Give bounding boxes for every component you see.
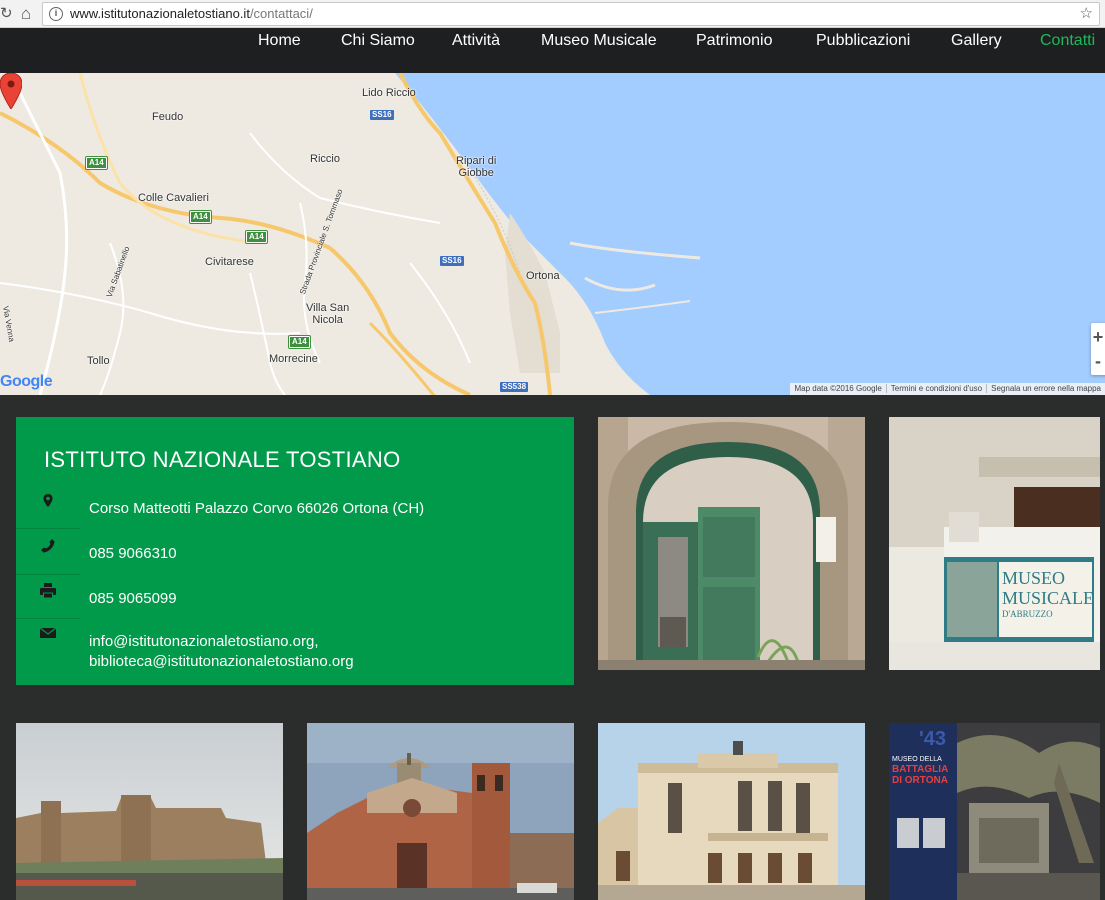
google-map[interactable]: Lido Riccio Feudo Riccio Ripari di Giobb… <box>0 73 1105 395</box>
contact-email-info[interactable]: info@istitutonazionaletostiano.org, <box>89 632 319 652</box>
map-label-villa-san-nicola: Villa San Nicola <box>306 302 350 326</box>
google-logo: Google <box>0 373 53 390</box>
address-bar[interactable]: i www.istitutonazionaletostiano.it/conta… <box>42 2 1100 26</box>
nav-gallery[interactable]: Gallery <box>951 32 1002 50</box>
terms-link[interactable]: Termini e condizioni d'uso <box>885 384 983 393</box>
nav-attivita[interactable]: Attività <box>452 32 500 50</box>
nav-chi-siamo[interactable]: Chi Siamo <box>341 32 415 50</box>
nav-contatti[interactable]: Contatti <box>1040 32 1095 50</box>
contact-card: ISTITUTO NAZIONALE TOSTIANO Corso Matteo… <box>16 417 574 685</box>
museo-sign-line1: MUSEO <box>1002 568 1065 588</box>
road-shield-ss16: SS16 <box>370 110 394 120</box>
road-shield-a14: A14 <box>288 335 311 349</box>
contact-phone[interactable]: 085 9066310 <box>89 544 177 564</box>
envelope-icon <box>39 627 57 638</box>
road-shield-a14: A14 <box>189 210 212 224</box>
photo-cattedrale[interactable] <box>307 723 574 900</box>
photo-teatro-tosti[interactable] <box>598 723 865 900</box>
map-label-feudo: Feudo <box>152 111 184 123</box>
road-shield-a14: A14 <box>245 230 268 244</box>
map-label-lido-riccio: Lido Riccio <box>362 87 416 99</box>
map-label-colle-cavalieri: Colle Cavalieri <box>138 192 209 204</box>
battaglia-sign-line3: DI ORTONA <box>892 775 948 786</box>
zoom-in-button[interactable]: + <box>1091 325 1105 349</box>
contact-email-biblioteca[interactable]: biblioteca@istitutonazionaletostiano.org <box>89 652 354 672</box>
map-zoom-control: + - <box>1091 323 1105 375</box>
map-label-civitarese: Civitarese <box>205 256 254 268</box>
battaglia-sign-line2: BATTAGLIA <box>892 764 948 775</box>
nav-pubblicazioni[interactable]: Pubblicazioni <box>816 32 910 50</box>
bookmark-star-icon[interactable]: ☆ <box>1080 3 1093 25</box>
zoom-out-button[interactable]: - <box>1091 349 1105 373</box>
report-error-link[interactable]: Segnala un errore nella mappa <box>986 384 1101 393</box>
browser-toolbar: ↻ ⌂ i www.istitutonazionaletostiano.it/c… <box>0 0 1105 28</box>
map-label-morrecine: Morrecine <box>269 353 318 365</box>
contact-icon-cell <box>16 531 80 575</box>
info-icon[interactable]: i <box>49 7 63 21</box>
reload-icon[interactable]: ↻ <box>0 4 13 24</box>
map-label-riccio: Riccio <box>310 153 340 165</box>
map-credits: Map data ©2016 Google Termini e condizion… <box>790 383 1105 395</box>
url-path: /contattaci/ <box>249 6 313 21</box>
photo-castello-aragonese[interactable] <box>16 723 283 900</box>
contact-icon-cell <box>16 620 80 664</box>
museo-sign-line3: D'ABRUZZO <box>1002 609 1053 619</box>
battaglia-sign-year: '43 <box>919 728 946 750</box>
museo-sign-line2: MUSICALE <box>1002 588 1094 608</box>
printer-icon <box>40 583 56 599</box>
url-host: www.istitutonazionaletostiano.it <box>70 6 250 21</box>
phone-icon <box>41 539 55 553</box>
map-label-ortona: Ortona <box>526 270 560 282</box>
location-pin-icon[interactable] <box>0 73 22 109</box>
contact-fax: 085 9065099 <box>89 590 177 607</box>
road-shield-ss16: SS16 <box>440 256 464 266</box>
nav-museo-musicale[interactable]: Museo Musicale <box>541 32 657 50</box>
contact-address: Corso Matteotti Palazzo Corvo 66026 Orto… <box>89 500 425 517</box>
institute-title: ISTITUTO NAZIONALE TOSTIANO <box>44 447 401 472</box>
photo-palazzo-door[interactable] <box>598 417 865 670</box>
map-label-tollo: Tollo <box>87 355 110 367</box>
road-shield-ss538: SS538 <box>500 382 529 392</box>
contact-icon-cell <box>16 575 80 619</box>
nav-home[interactable]: Home <box>258 32 301 50</box>
photo-museo-battaglia[interactable]: '43 MUSEO DELLA BATTAGLIA DI ORTONA <box>889 723 1100 900</box>
photo-museo-musicale[interactable]: MUSEO MUSICALE D'ABRUZZO <box>889 417 1100 670</box>
url-text: www.istitutonazionaletostiano.it/contatt… <box>70 3 313 25</box>
nav-patrimonio[interactable]: Patrimonio <box>696 32 772 50</box>
battaglia-sign-line1: MUSEO DELLA <box>892 756 942 763</box>
map-label-ripari-di-giobbe: Ripari di Giobbe <box>456 155 497 179</box>
map-marker-icon <box>43 494 53 507</box>
main-navigation: Home Chi Siamo Attività Museo Musicale P… <box>0 28 1105 73</box>
contact-icon-cell <box>16 485 80 529</box>
map-data-credit: Map data ©2016 Google <box>794 384 882 393</box>
home-icon[interactable]: ⌂ <box>15 3 37 25</box>
road-shield-a14: A14 <box>85 156 108 170</box>
contact-section: ISTITUTO NAZIONALE TOSTIANO Corso Matteo… <box>0 395 1105 900</box>
